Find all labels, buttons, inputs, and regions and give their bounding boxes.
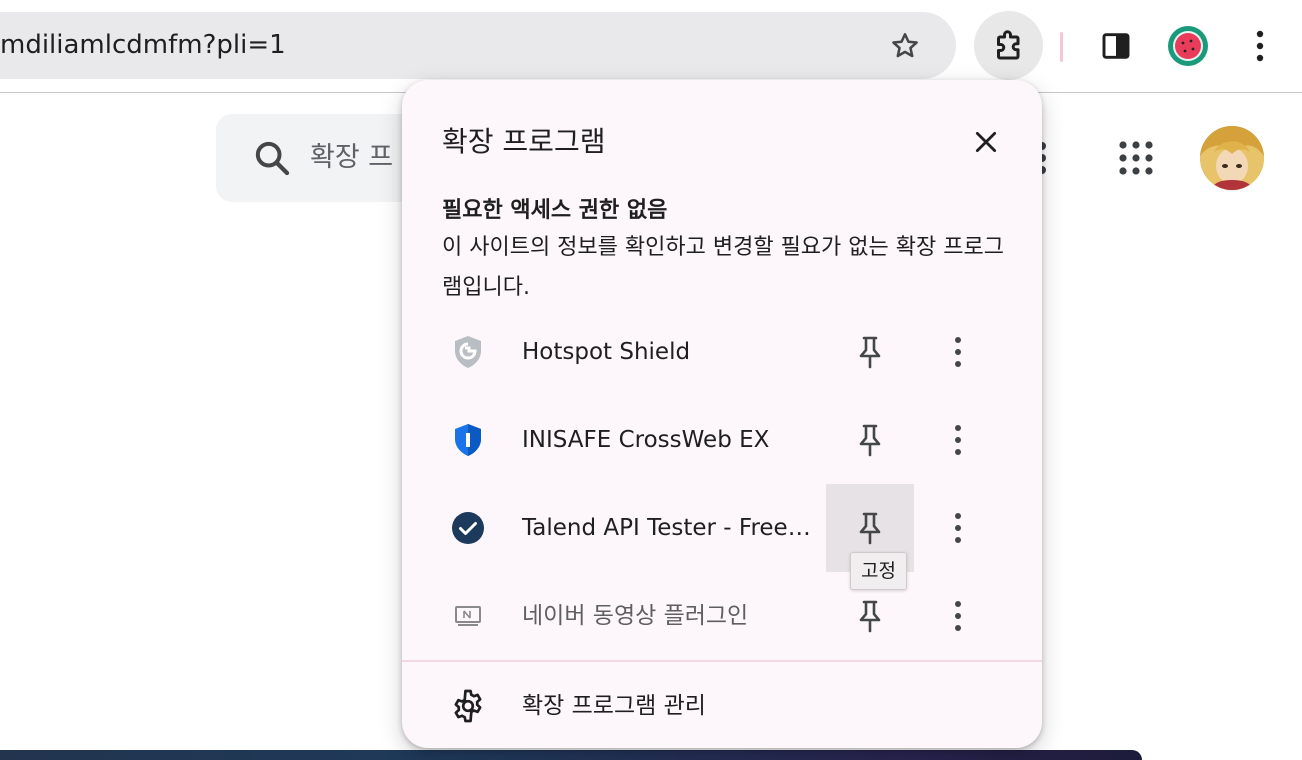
pin-icon[interactable] <box>826 396 914 484</box>
search-icon <box>252 138 292 178</box>
watermelon-extension-icon[interactable] <box>1164 22 1212 70</box>
check-circle-icon <box>450 510 486 546</box>
pin-tooltip: 고정 <box>850 552 907 590</box>
browser-window: mdiliamlcdmfm?pli=1 확장 프 확장 프로그램 필요한 액세스… <box>0 0 1302 760</box>
extension-row-hotspot-shield[interactable]: Hotspot Shield <box>402 308 1042 396</box>
section-description: 이 사이트의 정보를 확인하고 변경할 필요가 없는 확장 프로그램입니다. <box>442 235 1004 300</box>
extension-name[interactable]: Talend API Tester - Free Edition <box>522 484 814 572</box>
os-taskbar <box>0 750 1142 760</box>
extensions-popup: 확장 프로그램 필요한 액세스 권한 없음 이 사이트의 정보를 확인하고 변경… <box>402 80 1042 748</box>
side-panel-icon[interactable] <box>1092 22 1140 70</box>
popup-divider <box>402 660 1042 662</box>
url-text[interactable]: mdiliamlcdmfm?pli=1 <box>0 12 286 79</box>
close-icon[interactable] <box>968 124 1004 160</box>
kebab-menu-icon[interactable] <box>936 484 980 572</box>
section-heading: 필요한 액세스 권한 없음 <box>442 198 668 223</box>
bookmark-star-icon[interactable] <box>888 29 922 63</box>
address-bar[interactable]: mdiliamlcdmfm?pli=1 <box>0 12 956 79</box>
toolbar-divider <box>1060 32 1063 62</box>
extension-row-inisafe[interactable]: INISAFE CrossWeb EX <box>402 396 1042 484</box>
shield-icon <box>450 334 486 370</box>
apps-grid-icon[interactable] <box>1118 140 1154 176</box>
extension-name[interactable]: 네이버 동영상 플러그인 <box>522 572 748 660</box>
kebab-menu-icon[interactable] <box>936 572 980 660</box>
manage-extensions-label: 확장 프로그램 관리 <box>522 693 706 719</box>
kebab-menu-icon[interactable] <box>936 308 980 396</box>
extension-row-naver[interactable]: 네이버 동영상 플러그인 <box>402 572 1042 660</box>
popup-title: 확장 프로그램 <box>442 125 606 158</box>
extension-name[interactable]: Hotspot Shield <box>522 308 690 396</box>
extension-row-talend[interactable]: Talend API Tester - Free Edition <box>402 484 1042 572</box>
search-placeholder: 확장 프 <box>310 142 394 173</box>
extensions-puzzle-icon[interactable] <box>974 11 1043 80</box>
naver-tv-icon <box>450 598 486 634</box>
kebab-menu-icon[interactable] <box>1240 22 1280 70</box>
pin-icon[interactable] <box>826 308 914 396</box>
manage-extensions-button[interactable]: 확장 프로그램 관리 <box>402 666 1042 746</box>
account-avatar[interactable] <box>1200 126 1264 190</box>
extension-name[interactable]: INISAFE CrossWeb EX <box>522 396 769 484</box>
gear-icon <box>450 688 486 724</box>
kebab-menu-icon[interactable] <box>936 396 980 484</box>
inisafe-shield-icon <box>450 422 486 458</box>
